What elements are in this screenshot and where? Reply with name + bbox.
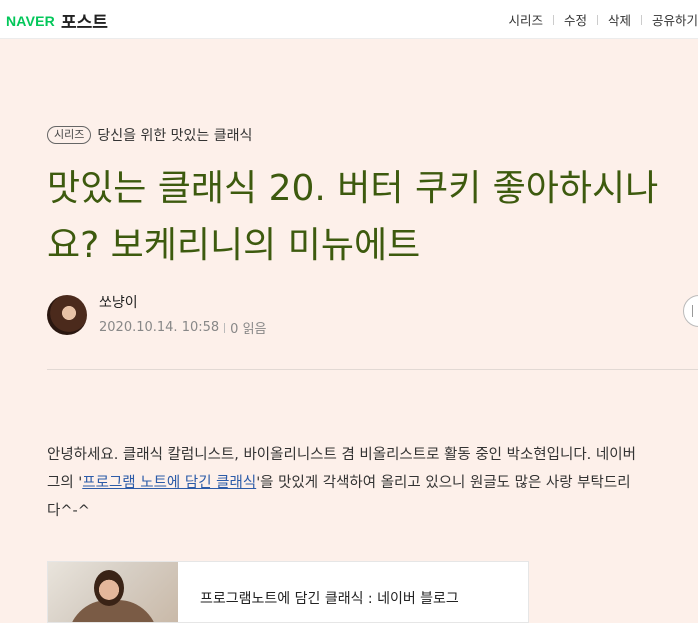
meta-divider (224, 322, 226, 333)
side-action-button[interactable] (683, 295, 698, 327)
author-meta: 쏘냥이 2020.10.14. 10:58 0 읽음 (99, 292, 267, 337)
post-meta: 2020.10.14. 10:58 0 읽음 (99, 318, 267, 337)
program-note-link[interactable]: 프로그램 노트에 담긴 클래식 (82, 475, 256, 491)
thumbnail-figure-head (94, 570, 124, 606)
body-line-3: 다^-^ (47, 503, 90, 519)
post-title-line-1: 맛있는 클래식 20. 버터 쿠키 좋아하시나 (47, 168, 659, 209)
card-title: 프로그램노트에 담긴 클래식 : 네이버 블로그 (200, 591, 459, 607)
nav-delete-link[interactable]: 삭제 (608, 10, 631, 29)
avatar[interactable] (47, 294, 87, 335)
top-bar: NAVER 포스트 시리즈 수정 삭제 공유하기 (0, 0, 698, 39)
card-thumbnail (48, 562, 178, 622)
series-name[interactable]: 당신을 위한 맛있는 클래식 (97, 125, 252, 145)
nav-share-link[interactable]: 공유하기 (652, 10, 698, 29)
body-line-2: 그의 '프로그램 노트에 담긴 클래식'을 맛있게 각색하여 올리고 있으니 원… (47, 469, 698, 497)
author-block: 쏘냥이 2020.10.14. 10:58 0 읽음 (47, 292, 267, 337)
service-name[interactable]: 포스트 (61, 8, 108, 33)
side-action-icon (692, 305, 693, 317)
series-info: 시리즈 당신을 위한 맛있는 클래식 (47, 125, 252, 145)
nav-edit-link[interactable]: 수정 (564, 10, 587, 29)
content-divider (47, 369, 698, 370)
naver-logo-text[interactable]: NAVER (6, 13, 55, 29)
body-line-1: 안녕하세요. 클래식 칼럼니스트, 바이올리니스트 겸 비올리스트로 활동 중인… (47, 447, 636, 463)
body-text: '을 맛있게 각색하여 올리고 있으니 원글도 많은 사랑 부탁드리 (256, 475, 631, 491)
body-text: 그의 ' (47, 475, 83, 491)
nav-divider (552, 14, 554, 25)
link-preview-card[interactable]: 프로그램노트에 담긴 클래식 : 네이버 블로그 (47, 561, 529, 623)
post-title: 맛있는 클래식 20. 버터 쿠키 좋아하시나 요? 보케리니의 미뉴에트 (47, 160, 698, 274)
author-name[interactable]: 쏘냥이 (99, 292, 267, 312)
nav-divider (596, 14, 598, 25)
nav-divider (640, 14, 642, 25)
top-nav: 시리즈 수정 삭제 공유하기 (508, 10, 698, 29)
logo[interactable]: NAVER 포스트 (6, 8, 108, 34)
post-datetime: 2020.10.14. 10:58 (99, 320, 220, 335)
post-title-line-2: 요? 보케리니의 미뉴에트 (47, 225, 421, 266)
nav-series-link[interactable]: 시리즈 (508, 10, 543, 29)
view-count: 0 읽음 (230, 322, 267, 337)
series-tag[interactable]: 시리즈 (47, 126, 92, 144)
post-body: 안녕하세요. 클래식 칼럼니스트, 바이올리니스트 겸 비올리스트로 활동 중인… (47, 441, 698, 525)
